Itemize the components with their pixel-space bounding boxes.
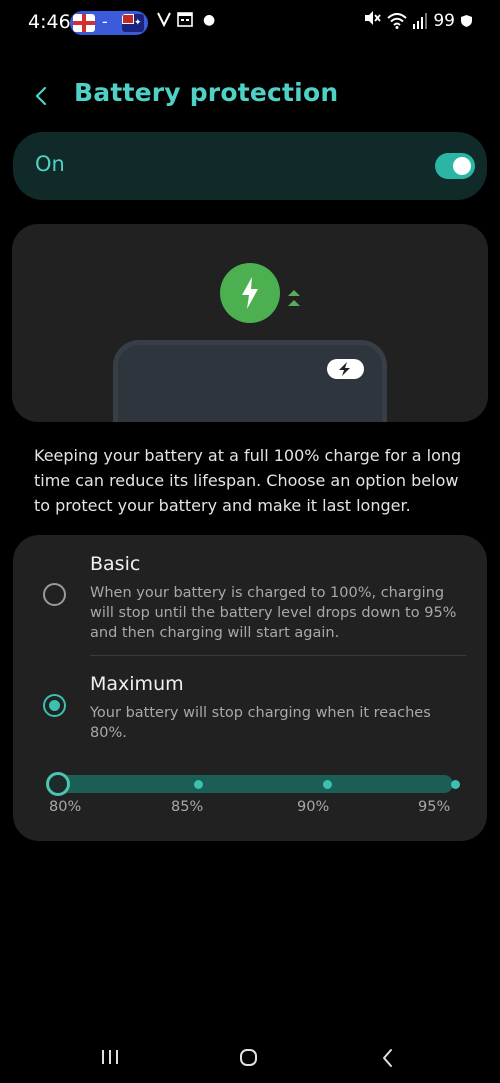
status-icons-right: 99 <box>363 9 472 32</box>
slider-tick-85[interactable] <box>194 780 203 789</box>
description-text: Keeping your battery at a full 100% char… <box>34 446 462 515</box>
recents-icon <box>102 1050 118 1064</box>
nav-back-button[interactable] <box>378 1048 398 1072</box>
status-time: 4:46 <box>28 11 71 33</box>
option-basic-title: Basic <box>90 553 141 575</box>
missed-call-icon <box>156 11 172 34</box>
battery-protection-screen: 4:46 - ● 99 <box>0 0 500 1083</box>
slider-handle[interactable] <box>46 772 70 796</box>
battery-illustration <box>12 224 488 422</box>
master-switch-card[interactable]: On <box>13 132 487 200</box>
app-header: Battery protection <box>0 70 500 120</box>
slider-tick-90[interactable] <box>323 780 332 789</box>
option-basic[interactable]: Basic When your battery is charged to 10… <box>13 553 487 653</box>
signal-icon <box>413 12 428 29</box>
battery-level: 99 <box>433 10 455 31</box>
wifi-icon <box>387 12 408 29</box>
slider-label-90: 90% <box>297 799 330 815</box>
option-basic-description: When your battery is charged to 100%, ch… <box>90 585 457 641</box>
live-score-pill[interactable]: - <box>70 11 148 35</box>
option-maximum-description: Your battery will stop charging when it … <box>90 705 431 741</box>
slider-label-80: 80% <box>49 799 82 815</box>
slider-label-85: 85% <box>171 799 204 815</box>
mute-icon <box>363 9 382 32</box>
home-button[interactable] <box>238 1048 260 1072</box>
recents-button[interactable] <box>100 1048 120 1070</box>
back-icon <box>383 1049 392 1067</box>
charge-limit-slider[interactable]: 80% 85% 90% 95% <box>46 771 466 831</box>
slider-track[interactable] <box>56 775 453 793</box>
home-icon <box>240 1049 257 1066</box>
protection-options-card: Basic When your battery is charged to 10… <box>13 535 487 841</box>
dot-icon: ● <box>203 12 216 28</box>
score-separator: - <box>102 12 108 31</box>
navigation-bar <box>0 1040 500 1080</box>
phone-battery-bolt-icon <box>327 359 364 379</box>
back-button[interactable] <box>26 76 60 110</box>
charging-bolt-icon <box>220 263 280 323</box>
slider-label-95: 95% <box>418 799 451 815</box>
status-bar: 4:46 - ● 99 <box>0 0 500 44</box>
option-maximum[interactable]: Maximum Your battery will stop charging … <box>13 673 487 753</box>
maximum-radio-button[interactable] <box>43 694 66 717</box>
master-switch-label: On <box>35 152 65 176</box>
phone-illustration <box>113 340 387 422</box>
slider-tick-95[interactable] <box>451 780 460 789</box>
master-toggle[interactable] <box>435 153 475 179</box>
up-arrows-icon <box>288 290 300 306</box>
chevron-left-icon <box>35 86 47 106</box>
australia-flag-icon <box>122 14 144 32</box>
page-title: Battery protection <box>74 78 339 107</box>
option-maximum-title: Maximum <box>90 673 184 695</box>
calendar-icon <box>177 11 193 32</box>
basic-radio-button[interactable] <box>43 583 66 606</box>
battery-shield-icon <box>461 14 472 27</box>
options-divider <box>90 655 466 656</box>
england-flag-icon <box>73 14 95 32</box>
toggle-knob <box>453 157 471 175</box>
radio-selected-dot <box>49 700 60 711</box>
